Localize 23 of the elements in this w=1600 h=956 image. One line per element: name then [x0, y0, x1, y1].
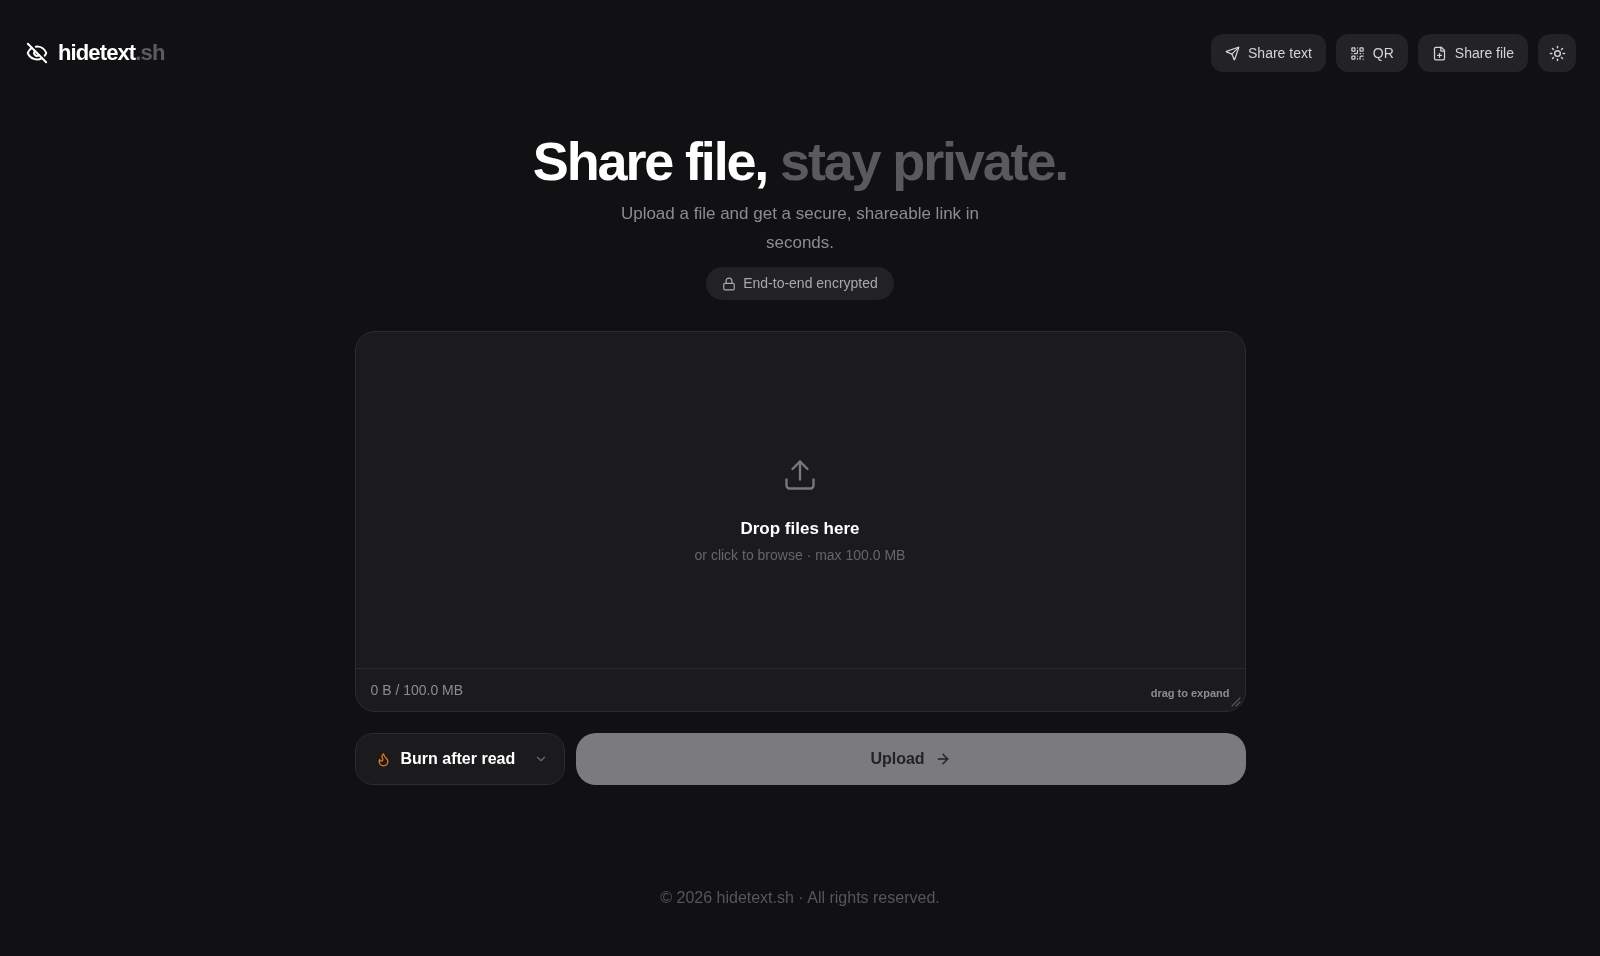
drop-title: Drop files here: [740, 518, 860, 540]
sun-icon: [1548, 44, 1566, 62]
file-drop-zone[interactable]: Drop files here or click to browse · max 100.0 MB 0 B / 100.0 MB drag to expand: [354, 331, 1246, 712]
nav-button[interactable]: Share file: [1417, 34, 1528, 72]
nav-button[interactable]: QR: [1335, 34, 1408, 72]
encryption-badge: End-to-end encrypted: [706, 267, 894, 300]
file-plus-icon: [1431, 45, 1447, 61]
logo-text[interactable]: hidetext.sh: [58, 42, 165, 64]
lock-icon: [722, 276, 737, 291]
resize-hint: drag to expand: [1150, 685, 1230, 701]
hero-subtitle: Upload a file and get a secure, shareable link in seconds.: [619, 203, 981, 254]
footer-copyright: © 2026 hidetext.sh · All rights reserved.: [660, 888, 940, 908]
flame-icon: [375, 751, 391, 767]
paper-plane-icon: [1225, 45, 1240, 61]
expiry-select[interactable]: Burn after read: [354, 733, 565, 785]
logo-eye-off-icon: [26, 42, 48, 64]
nav-button[interactable]: Share text: [1211, 34, 1326, 72]
upload-icon: [782, 457, 818, 493]
resize-grip-icon[interactable]: [1230, 697, 1241, 707]
drop-hint: or click to browse · max 100.0 MB: [694, 546, 906, 565]
size-usage: 0 B / 100.0 MB: [370, 680, 464, 700]
qr-code-icon: [1349, 45, 1365, 61]
theme-toggle-button[interactable]: [1538, 34, 1576, 72]
